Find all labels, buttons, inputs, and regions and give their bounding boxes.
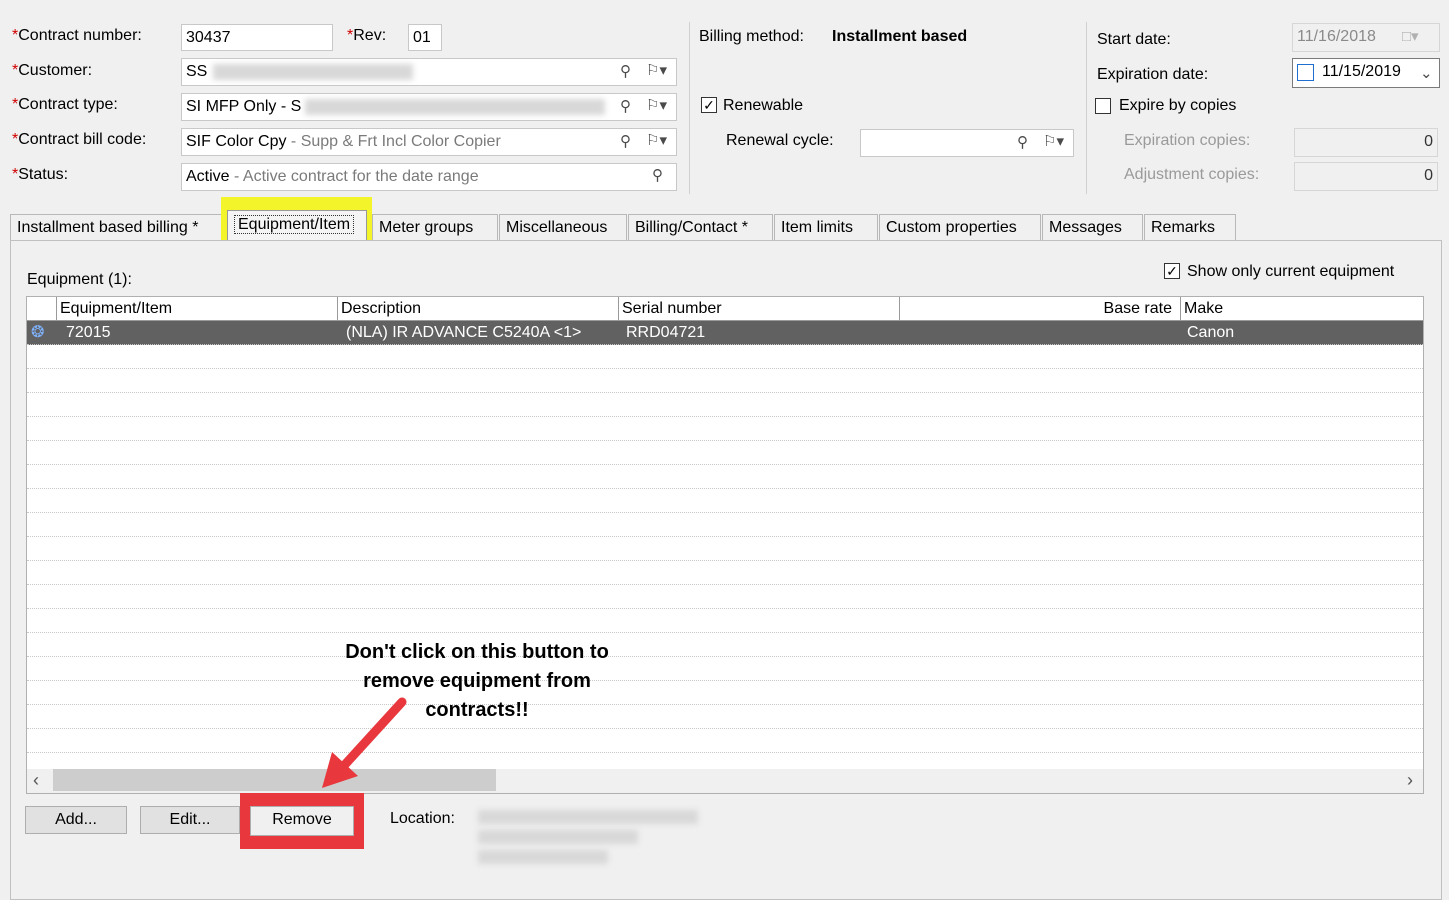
empty-row [27,681,1423,705]
renewal-cycle-input[interactable] [860,129,1074,157]
expiration-date-label: Expiration date: [1097,66,1209,83]
empty-row [27,657,1423,681]
empty-row [27,537,1423,561]
divider [1086,22,1087,194]
scroll-right-icon[interactable]: › [1407,770,1413,791]
show-current-equipment-label: Show only current equipment [1187,263,1395,280]
tab-messages[interactable]: Messages [1042,214,1143,240]
show-current-equipment-checkbox[interactable]: ✓ [1164,263,1180,279]
contract-type-label: *Contract type: [12,96,118,113]
empty-row [27,393,1423,417]
magnifier-icon[interactable]: ⚲ [620,62,631,80]
edit-button[interactable]: Edit... [140,806,240,834]
equipment-icon: ❂ [31,324,45,341]
start-date-label: Start date: [1097,31,1171,48]
customer-label: *Customer: [12,62,93,79]
column-header-serial-number[interactable]: Serial number [619,297,900,321]
magnifier-icon[interactable]: ⚲ [620,97,631,115]
empty-row [27,729,1423,753]
tab-miscellaneous[interactable]: Miscellaneous [499,214,627,240]
magnifier-icon[interactable]: ⚲ [652,166,663,184]
tab-custom-properties[interactable]: Custom properties [879,214,1041,240]
status-input[interactable]: Active - Active contract for the date ra… [181,163,677,191]
renewable-label: Renewable [723,97,804,114]
empty-row [27,441,1423,465]
magnifier-icon[interactable]: ⚲ [620,132,631,150]
equipment-grid[interactable]: Equipment/Item Description Serial number… [26,296,1424,794]
tab-item-limits[interactable]: Item limits [774,214,878,240]
warning-arrow [322,697,407,788]
divider [689,22,690,194]
expiration-date-checkbox[interactable] [1297,64,1314,81]
renewable-checkbox[interactable]: ✓ [701,97,717,113]
rev-input[interactable]: 01 [408,24,442,51]
contract-bill-code-input[interactable]: SIF Color Cpy - Supp & Frt Incl Color Co… [181,128,677,156]
cell-equipment-item: 72015 [66,324,111,341]
cell-description: (NLA) IR ADVANCE C5240A <1> [346,324,582,341]
flag-dropdown-icon[interactable]: ⚐▾ [646,96,667,114]
empty-row [27,633,1423,657]
add-button[interactable]: Add... [25,806,127,834]
calendar-icon[interactable]: □▾ [1402,27,1419,45]
equipment-section-label: Equipment (1): [27,271,132,288]
contract-number-input[interactable]: 30437 [181,24,333,51]
column-header-description[interactable]: Description [338,297,619,321]
scroll-left-icon[interactable]: ‹ [33,770,39,791]
empty-row [27,369,1423,393]
empty-row [27,513,1423,537]
location-label: Location: [390,810,455,827]
empty-row [27,609,1423,633]
tab-meter-groups[interactable]: Meter groups [372,214,498,240]
row-selector-header [27,297,57,321]
expiration-copies-input[interactable]: 0 [1294,128,1438,157]
column-header-equipment-item[interactable]: Equipment/Item [57,297,338,321]
tab-billing-contact[interactable]: Billing/Contact * [628,214,773,240]
status-label: *Status: [12,166,69,183]
empty-row [27,489,1423,513]
empty-row [27,417,1423,441]
empty-row [27,585,1423,609]
billing-method-label: Billing method: [699,28,804,45]
horizontal-scrollbar[interactable]: ‹ › [27,769,1423,793]
empty-row [27,705,1423,729]
tab-remarks[interactable]: Remarks [1144,214,1236,240]
billing-method-value: Installment based [832,28,968,45]
flag-dropdown-icon[interactable]: ⚐▾ [1043,132,1064,150]
adjustment-copies-input[interactable]: 0 [1294,162,1438,191]
rev-label: *Rev: [347,27,387,44]
renewal-cycle-label: Renewal cycle: [726,132,834,149]
scrollbar-thumb[interactable] [53,769,496,791]
tab-equipment-item[interactable]: Equipment/Item [227,210,367,240]
contract-number-label: *Contract number: [12,27,142,44]
magnifier-icon[interactable]: ⚲ [1017,133,1028,151]
expiration-date-input[interactable]: 11/15/2019 [1292,58,1440,88]
column-header-base-rate[interactable]: Base rate [900,297,1181,321]
contract-bill-code-label: *Contract bill code: [12,131,147,148]
cell-serial-number: RRD04721 [626,324,706,341]
chevron-down-icon[interactable]: ⌄ [1420,64,1433,82]
empty-row [27,465,1423,489]
tab-installment-based-billing[interactable]: Installment based billing * [10,214,222,240]
expire-by-copies-label: Expire by copies [1119,97,1237,114]
empty-row [27,345,1423,369]
expire-by-copies-checkbox[interactable] [1095,98,1111,114]
flag-dropdown-icon[interactable]: ⚐▾ [646,131,667,149]
empty-row [27,561,1423,585]
contract-type-input[interactable]: SI MFP Only - S [181,93,677,121]
remove-button[interactable]: Remove [250,806,354,836]
flag-dropdown-icon[interactable]: ⚐▾ [646,61,667,79]
column-header-make[interactable]: Make [1181,297,1423,321]
cell-make: Canon [1187,324,1235,341]
customer-input[interactable]: SS [181,58,677,86]
location-value-redacted [478,808,698,870]
expiration-copies-label: Expiration copies: [1124,132,1251,149]
table-row[interactable]: ❂ 72015 (NLA) IR ADVANCE C5240A <1> RRD0… [27,321,1423,345]
adjustment-copies-label: Adjustment copies: [1124,166,1260,183]
